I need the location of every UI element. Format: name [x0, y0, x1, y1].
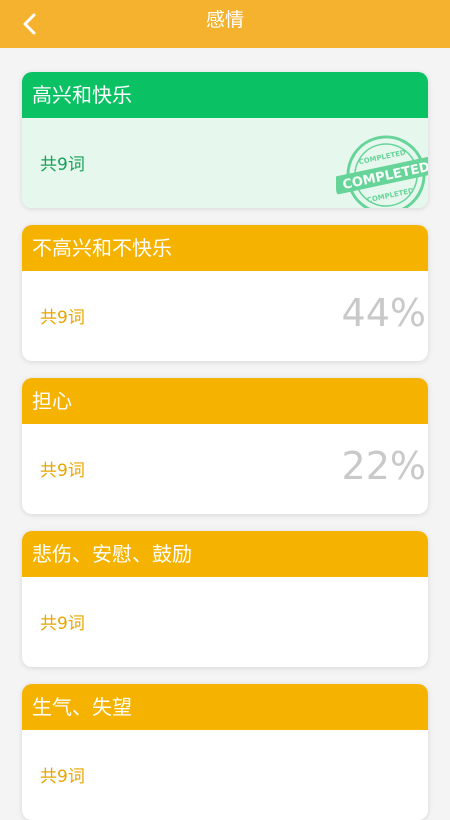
word-count: 共9词 [40, 767, 85, 787]
word-count: 共9词 [40, 308, 85, 328]
word-count: 共9词 [40, 614, 85, 634]
progress-percent: 44% [341, 291, 426, 335]
card-body: 共9词 [22, 730, 428, 820]
lesson-card-3[interactable]: 担心 共9词 22% [22, 378, 428, 514]
card-body: 共9词 44% [22, 271, 428, 361]
card-body: 共9词 [22, 577, 428, 667]
stamp-text-lower: COMPLETED [366, 187, 415, 205]
card-title: 悲伤、安慰、鼓励 [22, 531, 428, 577]
card-body: 共9词 COMPLETED COMPLETED COMPLETED [22, 118, 428, 208]
lesson-card-1[interactable]: 高兴和快乐 共9词 COMPLETED COMPLETED COMPLETED [22, 72, 428, 208]
completed-stamp-icon: COMPLETED COMPLETED COMPLETED [336, 135, 428, 208]
stamp-text: COMPLETED [341, 160, 428, 193]
top-bar: 感情 [0, 0, 450, 48]
lesson-card-2[interactable]: 不高兴和不快乐 共9词 44% [22, 225, 428, 361]
word-count: 共9词 [40, 155, 85, 175]
card-body: 共9词 22% [22, 424, 428, 514]
card-title: 担心 [22, 378, 428, 424]
word-count: 共9词 [40, 461, 85, 481]
card-title: 不高兴和不快乐 [22, 225, 428, 271]
lesson-card-4[interactable]: 悲伤、安慰、鼓励 共9词 [22, 531, 428, 667]
card-title: 生气、失望 [22, 684, 428, 730]
page-title: 感情 [205, 9, 244, 31]
card-title: 高兴和快乐 [22, 72, 428, 118]
progress-percent: 22% [341, 444, 426, 488]
